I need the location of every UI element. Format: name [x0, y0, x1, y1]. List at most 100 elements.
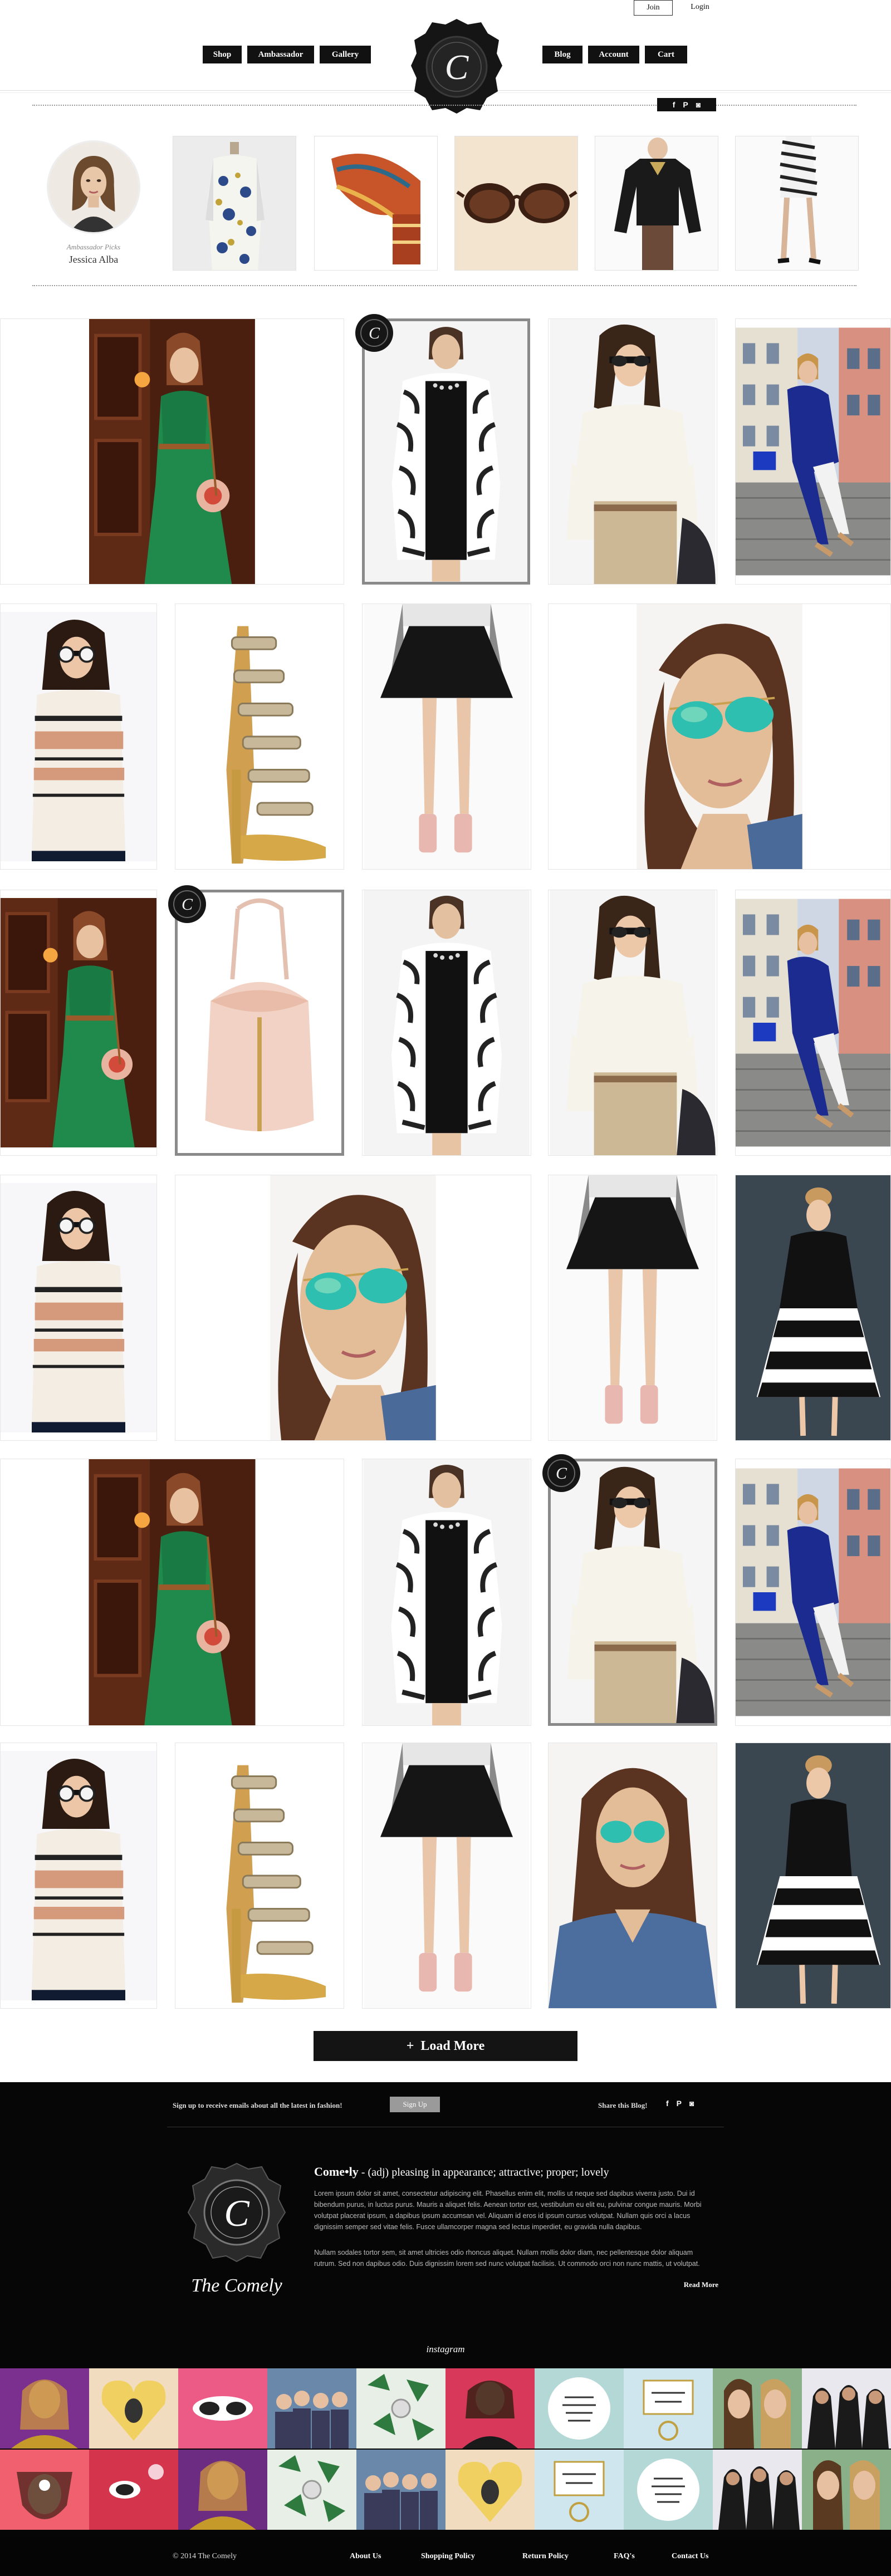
- definition-body: - (adj) pleasing in appearance; attracti…: [358, 2166, 609, 2178]
- facebook-icon[interactable]: f: [666, 2099, 669, 2108]
- join-link[interactable]: Join: [634, 0, 673, 16]
- plus-icon: +: [406, 2039, 414, 2053]
- brand-definition: Come•ly - (adj) pleasing in appearance; …: [314, 2165, 715, 2179]
- instagram-photo[interactable]: [0, 2368, 89, 2449]
- instagram-photo[interactable]: [802, 2368, 891, 2449]
- product-tile-strappy-sandal[interactable]: [175, 603, 344, 870]
- product-tile-zebra-jacket-selected[interactable]: [362, 318, 530, 585]
- load-more-label: Load More: [420, 2039, 485, 2053]
- strip-item-tortoise-sunglasses[interactable]: [454, 136, 578, 271]
- pinterest-icon[interactable]: P: [683, 100, 688, 109]
- instagram-photo[interactable]: [89, 2450, 178, 2530]
- about-paragraph-1: Lorem ipsum dolor sit amet, consectetur …: [314, 2190, 702, 2231]
- instagram-photo[interactable]: [267, 2450, 356, 2530]
- ambassador-name[interactable]: Jessica Alba: [33, 254, 154, 266]
- instagram-photo[interactable]: [356, 2368, 446, 2449]
- product-tile-cream-blouse[interactable]: [548, 890, 717, 1156]
- footer-link-faqs[interactable]: FAQ's: [614, 2552, 635, 2561]
- svg-text:C: C: [182, 895, 193, 914]
- ambassador-label: Ambassador Picks: [66, 243, 121, 251]
- instagram-icon[interactable]: ◙: [696, 100, 701, 109]
- instagram-photo[interactable]: [624, 2450, 713, 2530]
- newsletter-text: Sign up to receive emails about all the …: [173, 2101, 342, 2109]
- product-tile-striped-dress[interactable]: [735, 1743, 891, 2009]
- footer-seal-logo: C The Comely: [187, 2162, 286, 2296]
- nav-account[interactable]: Account: [588, 46, 639, 63]
- nav-cart[interactable]: Cart: [645, 46, 687, 63]
- share-label: Share this Blog!: [598, 2101, 648, 2109]
- ambassador-avatar[interactable]: [47, 140, 140, 234]
- dotted-divider: [32, 105, 856, 106]
- product-tile-striped-top[interactable]: [0, 1743, 157, 2009]
- footer-link-contact-us[interactable]: Contact Us: [672, 2552, 709, 2561]
- svg-text:C: C: [556, 1464, 567, 1483]
- product-tile-black-skirt[interactable]: [362, 603, 531, 870]
- product-tile-black-skirt[interactable]: [548, 1175, 717, 1441]
- product-tile-cream-blouse[interactable]: [548, 318, 717, 585]
- product-tile-cobalt-coat[interactable]: [735, 1459, 891, 1726]
- svg-text:C: C: [369, 324, 380, 342]
- logo-letter: C: [445, 47, 469, 87]
- instagram-photo[interactable]: [446, 2450, 535, 2530]
- instagram-photo[interactable]: [178, 2368, 267, 2449]
- instagram-photo[interactable]: [535, 2450, 624, 2530]
- instagram-photo[interactable]: [0, 2450, 89, 2530]
- instagram-photo[interactable]: [178, 2450, 267, 2530]
- product-tile-zebra-jacket[interactable]: [362, 890, 531, 1156]
- nav-ambassador[interactable]: Ambassador: [247, 46, 314, 63]
- instagram-title: instagram: [426, 2344, 465, 2354]
- strip-item-zebra-skirt[interactable]: [735, 136, 859, 271]
- instagram-photo[interactable]: [535, 2368, 624, 2449]
- definition-word: Come•ly: [314, 2165, 359, 2178]
- product-tile-cobalt-coat[interactable]: [735, 318, 891, 585]
- footer-link-about-us[interactable]: About Us: [350, 2552, 381, 2561]
- wax-seal-logo[interactable]: C: [410, 17, 503, 115]
- product-tile-strappy-sandal[interactable]: [175, 1743, 344, 2009]
- product-tile-aviator-sunglasses[interactable]: [548, 603, 891, 870]
- instagram-photo[interactable]: [89, 2368, 178, 2449]
- about-paragraph-2: Nullam sodales tortor sem, sit amet ultr…: [314, 2249, 700, 2268]
- facebook-icon[interactable]: f: [673, 100, 675, 109]
- copyright-text: © 2014 The Comely: [173, 2552, 237, 2560]
- pinterest-icon[interactable]: P: [677, 2099, 682, 2108]
- strip-item-wedge-sandal[interactable]: [314, 136, 438, 271]
- instagram-photo[interactable]: [713, 2450, 802, 2530]
- load-more-button[interactable]: + Load More: [314, 2031, 577, 2061]
- nav-gallery[interactable]: Gallery: [320, 46, 371, 63]
- nav-blog[interactable]: Blog: [542, 46, 582, 63]
- product-tile-green-dress[interactable]: [0, 1459, 344, 1726]
- instagram-photo[interactable]: [356, 2450, 446, 2530]
- brand-script: The Comely: [191, 2275, 282, 2296]
- strip-item-black-blouse[interactable]: [595, 136, 718, 271]
- comely-seal-badge-icon: C: [355, 314, 393, 352]
- instagram-photo[interactable]: [713, 2368, 802, 2449]
- comely-seal-badge-icon: C: [168, 885, 206, 923]
- instagram-photo[interactable]: [446, 2368, 535, 2449]
- instagram-photo[interactable]: [624, 2368, 713, 2449]
- product-tile-green-dress[interactable]: [0, 318, 344, 585]
- footer-link-shopping-policy[interactable]: Shopping Policy: [421, 2552, 475, 2561]
- footer-link-return-policy[interactable]: Return Policy: [522, 2552, 569, 2561]
- instagram-photo[interactable]: [267, 2368, 356, 2449]
- login-link[interactable]: Login: [681, 0, 719, 16]
- product-tile-cream-blouse-selected[interactable]: [548, 1459, 717, 1726]
- product-tile-zebra-jacket[interactable]: [362, 1459, 531, 1726]
- instagram-icon[interactable]: ◙: [689, 2099, 694, 2108]
- product-tile-green-dress[interactable]: [0, 890, 157, 1156]
- dotted-divider: [32, 285, 856, 286]
- strip-item-floral-dress[interactable]: [173, 136, 296, 271]
- instagram-photo[interactable]: [802, 2450, 891, 2530]
- product-tile-striped-dress[interactable]: [735, 1175, 891, 1441]
- read-more-link[interactable]: Read More: [663, 2280, 718, 2289]
- social-icons-box: f P ◙: [657, 98, 716, 111]
- product-tile-denim-aviator[interactable]: [548, 1743, 717, 2009]
- product-tile-striped-top[interactable]: [0, 1175, 157, 1441]
- product-tile-cobalt-coat[interactable]: [735, 890, 891, 1156]
- product-tile-aviator-sunglasses[interactable]: [175, 1175, 531, 1441]
- nav-shop[interactable]: Shop: [203, 46, 242, 63]
- product-tile-blush-backpack-selected[interactable]: [175, 890, 344, 1156]
- product-tile-black-skirt[interactable]: [362, 1743, 531, 2009]
- product-tile-striped-top[interactable]: [0, 603, 157, 870]
- comely-seal-badge-icon: C: [542, 1454, 580, 1492]
- sign-up-button[interactable]: Sign Up: [390, 2097, 440, 2112]
